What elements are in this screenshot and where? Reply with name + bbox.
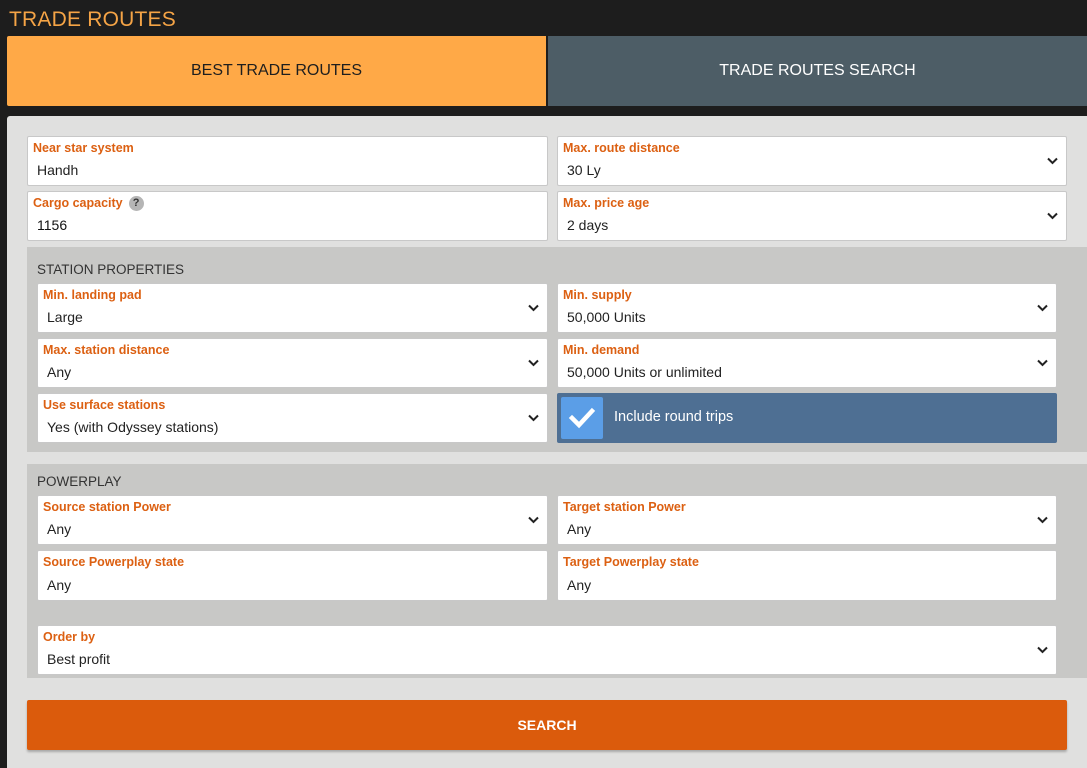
source-station-power-value: Any [47, 521, 72, 537]
powerplay-title: POWERPLAY [37, 474, 122, 489]
order-by-select[interactable]: Order by Best profit [37, 625, 1057, 675]
use-surface-stations-label: Use surface stations [43, 398, 166, 412]
target-station-power-select[interactable]: Target station Power Any [557, 495, 1057, 545]
min-demand-value: 50,000 Units or unlimited [567, 364, 722, 380]
max-station-distance-value: Any [47, 364, 72, 380]
near-star-system-value: Handh [37, 162, 79, 178]
min-landing-pad-value: Large [47, 309, 83, 325]
target-station-power-label: Target station Power [563, 500, 686, 514]
include-round-trips-label: Include round trips [614, 409, 734, 425]
target-powerplay-state-label: Target Powerplay state [563, 555, 699, 569]
near-star-system-label: Near star system [33, 141, 134, 155]
max-route-distance-value: 30 Ly [567, 162, 601, 178]
target-powerplay-state-value: Any [567, 577, 592, 593]
order-by-value: Best profit [47, 651, 111, 667]
max-price-age-value: 2 days [567, 217, 609, 233]
search-form-panel: Near star system Handh Max. route distan… [7, 116, 1087, 768]
chevron-down-icon [1037, 304, 1048, 312]
cargo-capacity-label: Cargo capacity [33, 196, 123, 210]
chevron-down-icon [1037, 646, 1048, 654]
include-round-trips-toggle[interactable]: Include round trips [557, 393, 1057, 443]
checkmark-icon [568, 407, 596, 429]
help-icon[interactable]: ? [128, 196, 144, 211]
station-properties-title: STATION PROPERTIES [37, 262, 185, 277]
min-demand-select[interactable]: Min. demand 50,000 Units or unlimited [557, 338, 1057, 388]
tab-bar: BEST TRADE ROUTES TRADE ROUTES SEARCH [7, 36, 1087, 106]
chevron-down-icon [528, 516, 539, 524]
cargo-capacity-field[interactable]: Cargo capacity? 1156 [27, 191, 548, 241]
chevron-down-icon [528, 359, 539, 367]
target-powerplay-state-field[interactable]: Target Powerplay state Any [557, 550, 1057, 601]
source-powerplay-state-field[interactable]: Source Powerplay state Any [37, 550, 548, 601]
source-station-power-label: Source station Power [43, 500, 171, 514]
near-star-system-field[interactable]: Near star system Handh [27, 136, 548, 186]
min-supply-select[interactable]: Min. supply 50,000 Units [557, 283, 1057, 333]
max-route-distance-select[interactable]: Max. route distance 30 Ly [557, 136, 1067, 186]
tab-trade-routes-search[interactable]: TRADE ROUTES SEARCH [548, 36, 1087, 106]
max-price-age-label: Max. price age [563, 196, 650, 210]
min-demand-label: Min. demand [563, 343, 640, 357]
source-powerplay-state-label: Source Powerplay state [43, 555, 185, 569]
order-by-label: Order by [43, 630, 96, 644]
cargo-capacity-value: 1156 [37, 217, 68, 233]
max-route-distance-label: Max. route distance [563, 141, 680, 155]
tab-best-trade-routes[interactable]: BEST TRADE ROUTES [7, 36, 546, 106]
source-powerplay-state-value: Any [47, 577, 72, 593]
target-station-power-value: Any [567, 521, 592, 537]
chevron-down-icon [528, 304, 539, 312]
chevron-down-icon [1037, 516, 1048, 524]
min-supply-value: 50,000 Units [567, 309, 646, 325]
source-station-power-select[interactable]: Source station Power Any [37, 495, 548, 545]
min-landing-pad-label: Min. landing pad [43, 288, 142, 302]
use-surface-stations-value: Yes (with Odyssey stations) [47, 419, 219, 435]
chevron-down-icon [1047, 157, 1058, 165]
use-surface-stations-select[interactable]: Use surface stations Yes (with Odyssey s… [37, 393, 548, 443]
min-landing-pad-select[interactable]: Min. landing pad Large [37, 283, 548, 333]
page-title: TRADE ROUTES [9, 8, 176, 31]
cargo-capacity-label-wrap: Cargo capacity? [33, 196, 144, 211]
round-trips-checkbox[interactable] [561, 397, 603, 439]
max-price-age-select[interactable]: Max. price age 2 days [557, 191, 1067, 241]
chevron-down-icon [1037, 359, 1048, 367]
max-station-distance-select[interactable]: Max. station distance Any [37, 338, 548, 388]
search-button[interactable]: SEARCH [27, 700, 1067, 750]
max-station-distance-label: Max. station distance [43, 343, 170, 357]
min-supply-label: Min. supply [563, 288, 632, 302]
chevron-down-icon [1047, 212, 1058, 220]
chevron-down-icon [528, 414, 539, 422]
